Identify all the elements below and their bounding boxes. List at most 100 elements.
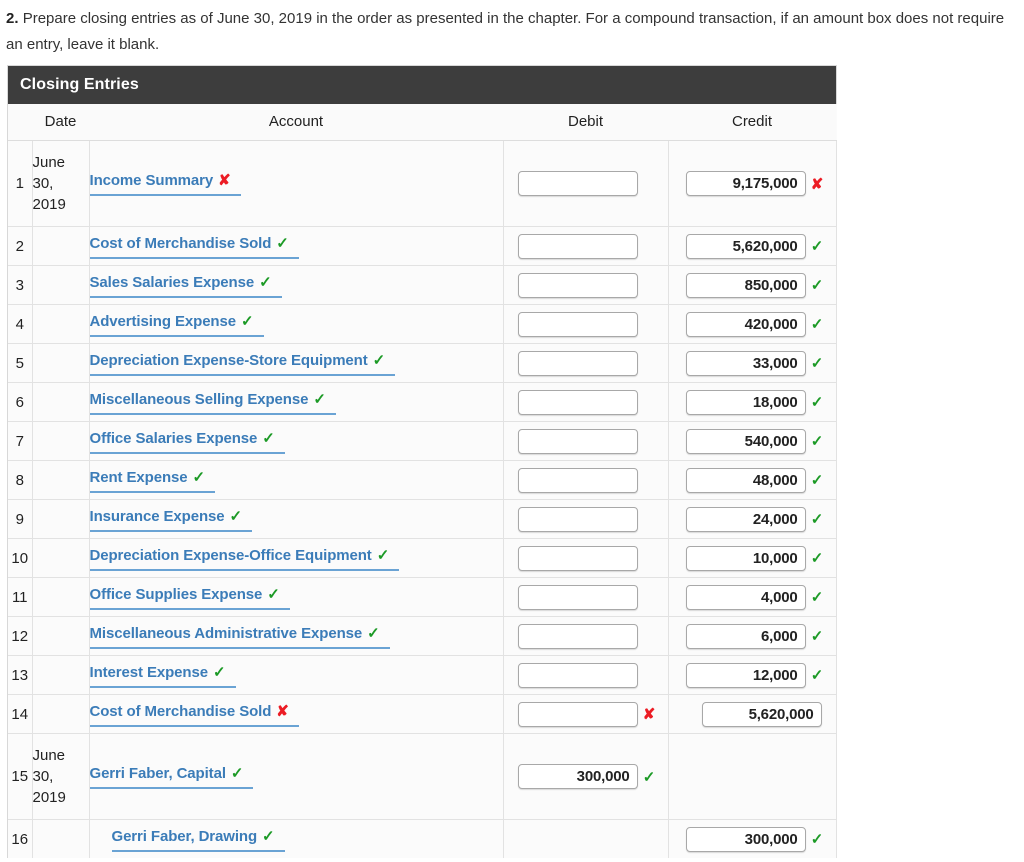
account-select[interactable]: Rent Expense ✓ xyxy=(89,468,216,493)
check-icon: ✓ xyxy=(230,765,244,782)
date-cell xyxy=(32,343,90,383)
table-row: 5 Depreciation Expense-Store Equipment ✓ 3… xyxy=(8,343,837,383)
credit-amount-input[interactable]: 420,000 xyxy=(685,311,806,337)
account-select[interactable]: Office Supplies Expense ✓ xyxy=(89,585,290,610)
credit-amount-input[interactable]: 6,000 xyxy=(685,623,806,649)
date-cell xyxy=(32,421,90,461)
debit-cell xyxy=(503,819,669,858)
credit-amount-input[interactable]: 9,175,000 xyxy=(685,171,806,196)
account-select[interactable]: Miscellaneous Selling Expense ✓ xyxy=(89,390,336,415)
account-name: Office Salaries Expense xyxy=(89,429,258,447)
credit-amount-input[interactable]: 10,000 xyxy=(685,545,806,571)
account-select[interactable]: Interest Expense ✓ xyxy=(89,663,236,688)
credit-amount-input[interactable]: 33,000 xyxy=(685,350,806,376)
debit-amount-input[interactable] xyxy=(517,506,638,532)
credit-cell: 48,000 ✓ xyxy=(668,460,837,500)
credit-amount-input[interactable]: 540,000 xyxy=(685,428,806,454)
mark-placeholder xyxy=(640,472,659,489)
debit-cell xyxy=(503,655,669,695)
credit-amount-input[interactable]: 5,620,000 xyxy=(701,701,822,727)
account-name: Miscellaneous Selling Expense xyxy=(89,390,309,408)
account-select[interactable]: Office Salaries Expense ✓ xyxy=(89,429,285,454)
debit-amount-input[interactable] xyxy=(517,428,638,454)
account-name: Interest Expense xyxy=(89,663,209,681)
mark-placeholder xyxy=(640,316,659,333)
date-line: June xyxy=(32,747,66,764)
debit-cell xyxy=(503,577,669,617)
table-row: 9 Insurance Expense ✓ 24,000 ✓ xyxy=(8,499,837,539)
credit-cell: 24,000 ✓ xyxy=(668,499,837,539)
debit-amount-input[interactable] xyxy=(517,171,638,196)
check-icon: ✓ xyxy=(810,316,824,333)
credit-amount-input[interactable]: 18,000 xyxy=(685,389,806,415)
debit-cell xyxy=(503,265,669,305)
account-select[interactable]: Gerri Faber, Drawing ✓ xyxy=(111,827,285,852)
cross-icon: ✘ xyxy=(642,706,656,723)
account-select[interactable]: Miscellaneous Administrative Expense ✓ xyxy=(89,624,390,649)
account-cell: Insurance Expense ✓ xyxy=(89,499,504,539)
credit-amount-input[interactable]: 300,000 xyxy=(685,826,806,852)
check-icon: ✓ xyxy=(313,390,326,408)
account-select[interactable]: Depreciation Expense-Office Equipment ✓ xyxy=(89,546,400,571)
mark-placeholder xyxy=(640,175,659,192)
debit-amount-input[interactable] xyxy=(517,662,638,688)
check-icon: ✓ xyxy=(276,234,289,252)
account-select[interactable]: Advertising Expense ✓ xyxy=(89,312,264,337)
amount-field-group: 9,175,000 ✘ xyxy=(669,141,836,226)
account-cell: Gerri Faber, Drawing ✓ xyxy=(89,819,504,858)
debit-amount-input[interactable] xyxy=(517,350,638,376)
debit-amount-input[interactable] xyxy=(517,701,638,727)
credit-amount-input[interactable]: 12,000 xyxy=(685,662,806,688)
mark-placeholder xyxy=(640,589,659,606)
credit-cell: 4,000 ✓ xyxy=(668,577,837,617)
date-cell xyxy=(32,694,90,734)
mark-placeholder xyxy=(640,394,659,411)
account-select[interactable]: Cost of Merchandise Sold ✓ xyxy=(89,234,299,259)
table-row: 13 Interest Expense ✓ 12,000 ✓ xyxy=(8,655,837,695)
debit-amount-input[interactable] xyxy=(517,584,638,610)
account-select[interactable]: Sales Salaries Expense ✓ xyxy=(89,273,282,298)
debit-amount-input[interactable] xyxy=(517,623,638,649)
debit-amount-input[interactable]: 300,000 xyxy=(517,764,638,789)
empty-amount-cell xyxy=(669,734,836,819)
check-icon: ✓ xyxy=(642,768,656,786)
account-select[interactable]: Insurance Expense ✓ xyxy=(89,507,253,532)
debit-amount-input[interactable] xyxy=(517,467,638,493)
question-number: 2. xyxy=(6,10,19,27)
debit-amount-input[interactable] xyxy=(517,233,638,259)
table-row: 14 Cost of Merchandise Sold ✘ ✘ 5,620,000 xyxy=(8,694,837,734)
debit-amount-input[interactable] xyxy=(517,545,638,571)
table-body: 1 June 30, 2019 Income Summary ✘ 9,175,000 ✘ 2 C… xyxy=(8,140,837,858)
account-select[interactable]: Cost of Merchandise Sold ✘ xyxy=(89,702,299,727)
account-name: Miscellaneous Administrative Expense xyxy=(89,624,363,642)
account-name: Gerri Faber, Capital xyxy=(89,765,226,782)
credit-amount-input[interactable]: 5,620,000 xyxy=(685,233,806,259)
account-select[interactable]: Gerri Faber, Capital ✓ xyxy=(89,764,254,789)
table-row: 7 Office Salaries Expense ✓ 540,000 ✓ xyxy=(8,421,837,461)
instruction-paragraph: 2. Prepare closing entries as of June 30… xyxy=(0,0,1010,58)
table-row: 15 June 30, 2019 Gerri Faber, Capital ✓ 300,00… xyxy=(8,733,837,820)
amount-field-group: 18,000 ✓ xyxy=(669,383,836,421)
credit-cell: 10,000 ✓ xyxy=(668,538,837,578)
credit-amount-input[interactable]: 48,000 xyxy=(685,467,806,493)
date-line: 30, xyxy=(32,768,54,785)
row-number: 8 xyxy=(8,460,33,500)
date-cell: June 30, 2019 xyxy=(32,733,90,820)
table-row: 10 Depreciation Expense-Office Equipment ✓… xyxy=(8,538,837,578)
account-select[interactable]: Income Summary ✘ xyxy=(89,171,241,196)
debit-amount-input[interactable] xyxy=(517,272,638,298)
mark-placeholder xyxy=(640,667,659,684)
account-select[interactable]: Depreciation Expense-Store Equipment ✓ xyxy=(89,351,396,376)
account-cell: Cost of Merchandise Sold ✘ xyxy=(89,694,504,734)
credit-amount-input[interactable]: 24,000 xyxy=(685,506,806,532)
credit-amount-input[interactable]: 850,000 xyxy=(685,272,806,298)
date-line: 30, xyxy=(32,175,54,192)
check-icon: ✓ xyxy=(810,511,824,528)
credit-cell: 33,000 ✓ xyxy=(668,343,837,383)
credit-amount-input[interactable]: 4,000 xyxy=(685,584,806,610)
amount-field-group xyxy=(504,539,668,577)
debit-amount-input[interactable] xyxy=(517,311,638,337)
debit-amount-input[interactable] xyxy=(517,389,638,415)
account-name: Income Summary xyxy=(89,172,214,189)
check-icon: ✓ xyxy=(810,355,824,372)
